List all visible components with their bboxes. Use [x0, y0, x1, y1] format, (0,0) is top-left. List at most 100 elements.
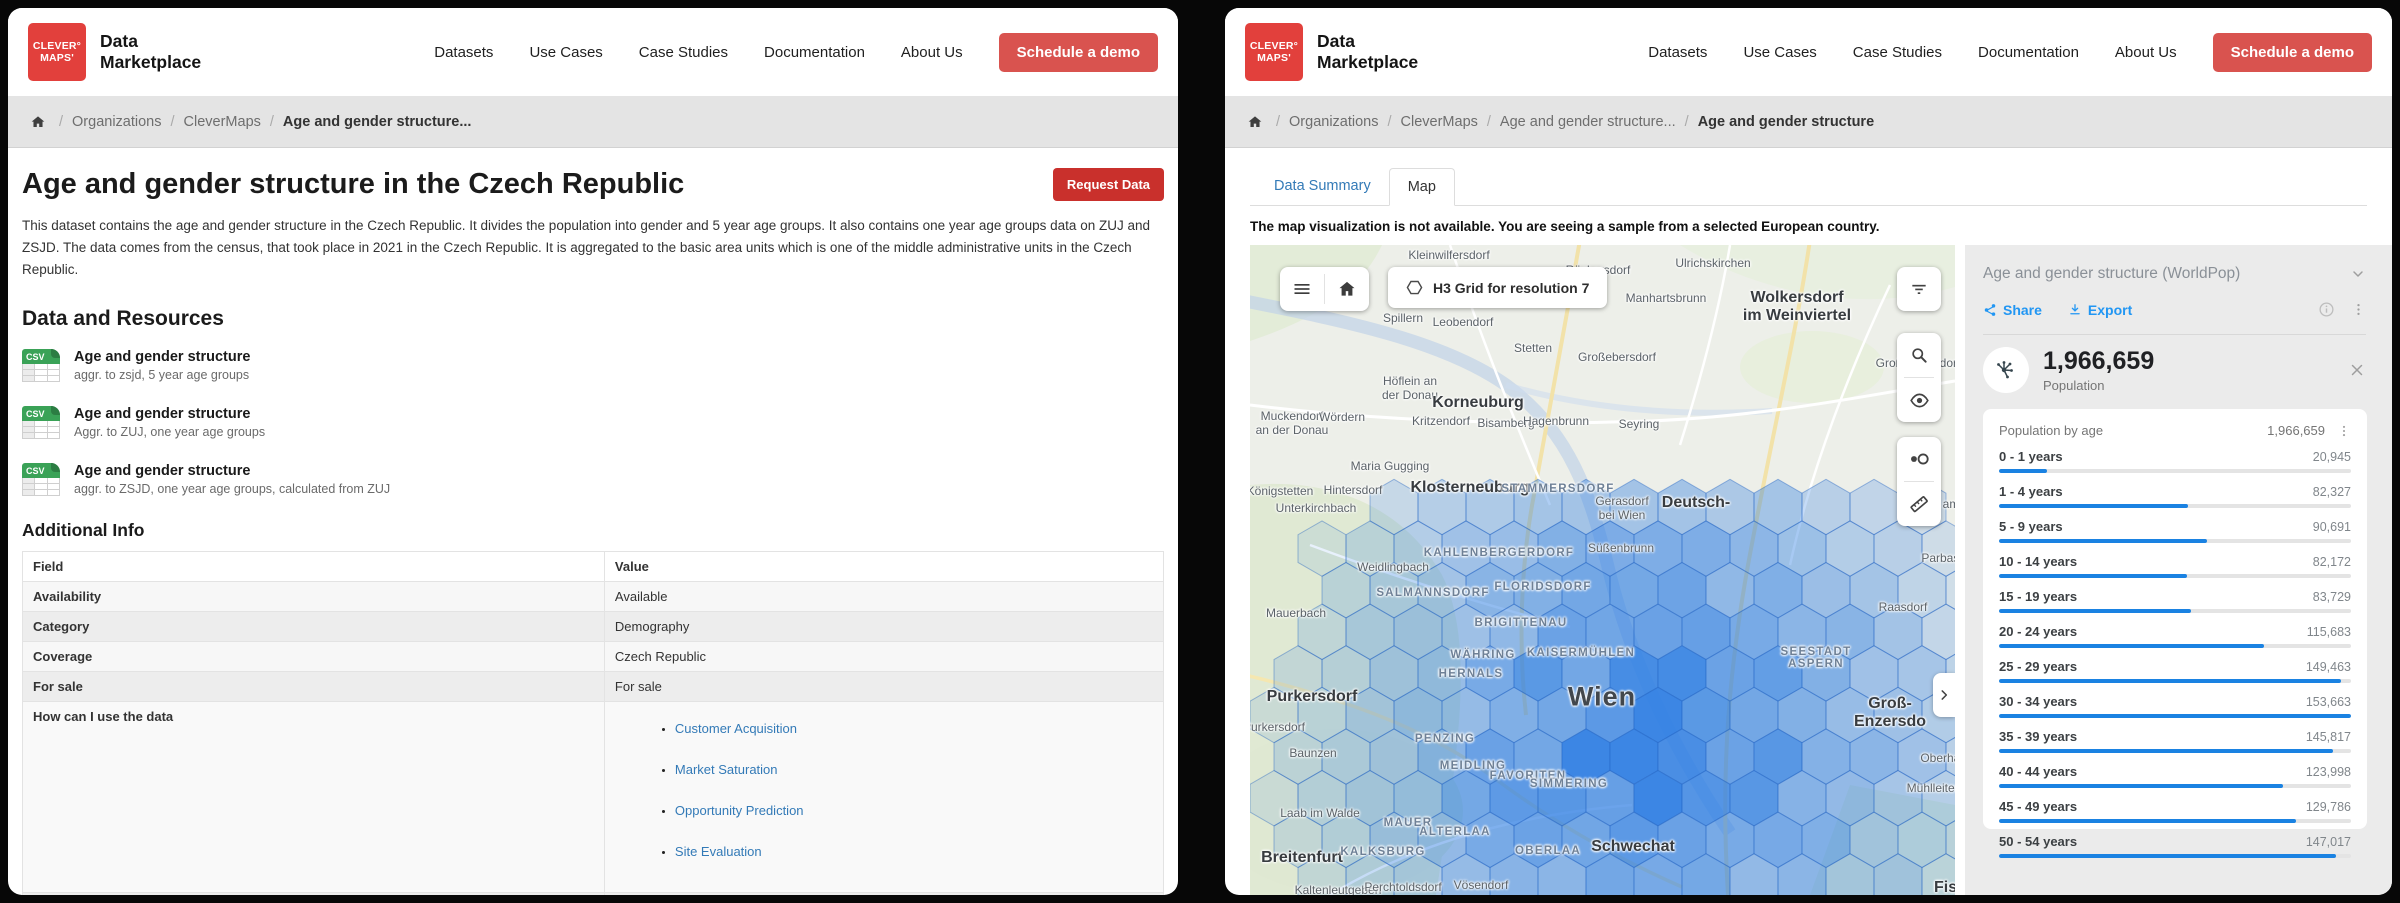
resource-title[interactable]: Age and gender structure [74, 406, 265, 422]
map-label-simmering: SIMMERING [1530, 778, 1608, 790]
nav-item-datasets[interactable]: Datasets [434, 44, 493, 61]
nav-item-about-us[interactable]: About Us [901, 44, 963, 61]
close-icon[interactable] [2348, 361, 2366, 379]
link-opportunity-prediction[interactable]: Opportunity Prediction [675, 803, 804, 818]
age-group-row[interactable]: 45 - 49 years129,786 [1999, 799, 2351, 823]
field-cell: For sale [23, 671, 605, 701]
age-group-value: 145,817 [2306, 730, 2351, 744]
breadcrumb: /Organizations/CleverMaps/Age and gender… [1225, 96, 2392, 148]
age-group-row[interactable]: 20 - 24 years115,683 [1999, 624, 2351, 648]
breadcrumb-current: Age and gender structure... [283, 114, 472, 130]
link-site-evaluation[interactable]: Site Evaluation [675, 844, 762, 859]
age-bar-track [1999, 574, 2351, 578]
logo-text: CLEVER° [1250, 40, 1298, 52]
kebab-menu-icon[interactable] [2337, 424, 2351, 438]
age-group-row[interactable]: 35 - 39 years145,817 [1999, 729, 2351, 753]
filter-control [1897, 267, 1941, 311]
clevermaps-logo[interactable]: CLEVER° MAPS' [1245, 23, 1303, 81]
age-bar-track [1999, 609, 2351, 613]
age-group-row[interactable]: 15 - 19 years83,729 [1999, 589, 2351, 613]
schedule-demo-button[interactable]: Schedule a demo [2213, 33, 2372, 72]
tab-data-summary[interactable]: Data Summary [1256, 168, 1389, 205]
nav-item-documentation[interactable]: Documentation [764, 44, 865, 61]
map-label-v-sendorf: Vösendorf [1454, 878, 1509, 892]
request-data-button[interactable]: Request Data [1053, 168, 1164, 201]
chevron-down-icon[interactable] [2350, 266, 2366, 282]
link-customer-acquisition[interactable]: Customer Acquisition [675, 721, 797, 736]
nav-item-case-studies[interactable]: Case Studies [639, 44, 728, 61]
resource-subtitle: aggr. to ZSJD, one year age groups, calc… [74, 482, 390, 496]
map-label-k-nigstetten: Königstetten [1250, 484, 1313, 498]
map-label-s-enbrunn: Süßenbrunn [1588, 541, 1654, 555]
link-market-saturation[interactable]: Market Saturation [675, 762, 778, 777]
age-group-list: 0 - 1 years20,945 1 - 4 years82,327 5 - 9 … [1999, 449, 2351, 858]
clevermaps-logo[interactable]: CLEVER° MAPS' [28, 23, 86, 81]
hamburger-menu-icon [1292, 279, 1312, 299]
sidebar-dataset-header[interactable]: Age and gender structure (WorldPop) [1965, 245, 2392, 283]
breadcrumb-item-age-and-gender-structure[interactable]: Age and gender structure... [1500, 114, 1676, 130]
resource-item[interactable]: CSVAge and gender structureAggr. to ZUJ,… [22, 406, 1164, 439]
table-row: For saleFor sale [23, 671, 1164, 701]
kebab-menu-icon[interactable] [2351, 302, 2366, 317]
resource-title[interactable]: Age and gender structure [74, 349, 250, 365]
home-icon[interactable] [1247, 114, 1263, 130]
age-group-row[interactable]: 30 - 34 years153,663 [1999, 694, 2351, 718]
tab-map[interactable]: Map [1389, 168, 1455, 206]
value-cell: For sale [604, 671, 1163, 701]
home-icon[interactable] [30, 114, 46, 130]
map-label-m-hlleiten: Mühlleiten [1907, 781, 1955, 795]
age-group-row[interactable]: 10 - 14 years82,172 [1999, 554, 2351, 578]
visibility-button[interactable] [1897, 378, 1941, 422]
resources-heading: Data and Resources [22, 307, 1164, 331]
map-viewport[interactable]: KleinwilfersdorfRückersdorfUlrichskirche… [1250, 245, 1955, 895]
ruler-button[interactable] [1897, 482, 1941, 526]
nav-item-documentation[interactable]: Documentation [1978, 44, 2079, 61]
search-button[interactable] [1897, 333, 1941, 377]
breadcrumb-item-organizations[interactable]: Organizations [72, 114, 161, 130]
menu-button[interactable] [1280, 267, 1324, 311]
age-group-row[interactable]: 40 - 44 years123,998 [1999, 764, 2351, 788]
info-icon[interactable] [2318, 301, 2335, 318]
nav-item-datasets[interactable]: Datasets [1648, 44, 1707, 61]
expand-panel-button[interactable] [1933, 673, 1955, 717]
breadcrumb-item-clevermaps[interactable]: CleverMaps [184, 114, 261, 130]
age-bar-track [1999, 539, 2351, 543]
breadcrumb-item-organizations[interactable]: Organizations [1289, 114, 1378, 130]
share-button[interactable]: Share [1983, 302, 2042, 318]
map-label-penzing: PENZING [1415, 733, 1475, 745]
resource-item[interactable]: CSVAge and gender structureaggr. to ZSJD… [22, 463, 1164, 496]
usage-links: Customer Acquisition Market Saturation Opp… [615, 721, 1153, 859]
map-label-baunzen: Baunzen [1289, 746, 1336, 760]
map-label-korneuburg: Korneuburg [1432, 394, 1524, 412]
map-label-wolkersdorf-im-weinviertel: Wolkersdorf im Weinviertel [1743, 289, 1851, 325]
nav-item-about-us[interactable]: About Us [2115, 44, 2177, 61]
age-group-row[interactable]: 5 - 9 years90,691 [1999, 519, 2351, 543]
resource-item[interactable]: CSVAge and gender structureaggr. to zsjd… [22, 349, 1164, 382]
usage-link-item: Opportunity Prediction [675, 803, 1153, 818]
filter-button[interactable] [1897, 267, 1941, 311]
age-group-value: 115,683 [2307, 625, 2351, 639]
schedule-demo-button[interactable]: Schedule a demo [999, 33, 1158, 72]
age-bar-track [1999, 504, 2351, 508]
logo-text: MAPS' [40, 52, 74, 64]
breadcrumb-item-clevermaps[interactable]: CleverMaps [1401, 114, 1478, 130]
age-bar-fill [1999, 784, 2283, 788]
map-label-kahlenbergerdorf: KAHLENBERGERDORF [1424, 547, 1575, 559]
resource-subtitle: aggr. to zsjd, 5 year age groups [74, 368, 250, 382]
file-fold [51, 349, 60, 358]
table-row: VisualizationPolygon [23, 892, 1164, 895]
nav-item-use-cases[interactable]: Use Cases [1743, 44, 1816, 61]
nav-item-use-cases[interactable]: Use Cases [529, 44, 602, 61]
export-button[interactable]: Export [2068, 302, 2132, 318]
field-cell: Coverage [23, 641, 605, 671]
compare-button[interactable] [1897, 437, 1941, 481]
nav-item-case-studies[interactable]: Case Studies [1853, 44, 1942, 61]
resource-title[interactable]: Age and gender structure [74, 463, 390, 479]
home-view-button[interactable] [1325, 267, 1369, 311]
h3-grid-pill[interactable]: H3 Grid for resolution 7 [1388, 267, 1607, 308]
age-bar-track [1999, 784, 2351, 788]
age-group-row[interactable]: 0 - 1 years20,945 [1999, 449, 2351, 473]
age-group-row[interactable]: 50 - 54 years147,017 [1999, 834, 2351, 858]
age-group-row[interactable]: 1 - 4 years82,327 [1999, 484, 2351, 508]
age-group-row[interactable]: 25 - 29 years149,463 [1999, 659, 2351, 683]
